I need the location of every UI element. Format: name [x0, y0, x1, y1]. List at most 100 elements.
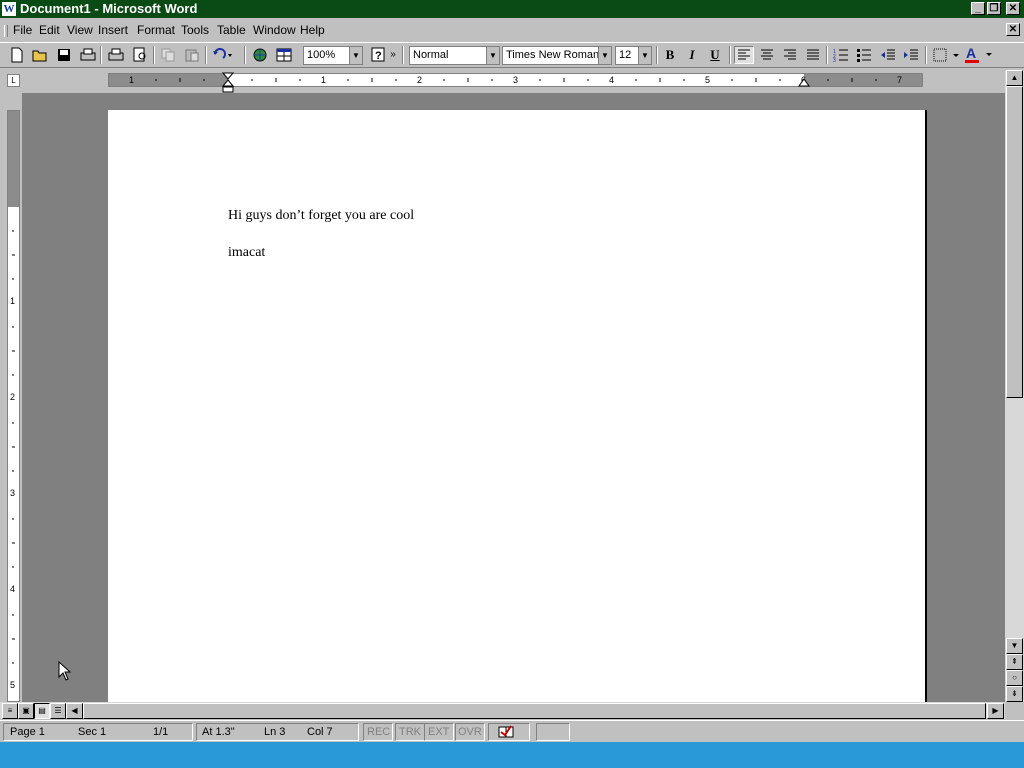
scrollbar-corner [1005, 702, 1024, 719]
minimize-button[interactable]: _ [971, 2, 985, 15]
menu-insert[interactable]: Insert [98, 23, 128, 38]
right-indent-marker-icon[interactable] [798, 78, 810, 88]
ruler-number: 1 [129, 75, 135, 85]
print-icon[interactable] [106, 46, 126, 64]
print-icon[interactable] [78, 46, 98, 64]
status-page-count: 1/1 [153, 726, 169, 738]
restore-button[interactable]: ❐ [987, 2, 1001, 15]
tables-borders-icon[interactable] [274, 46, 294, 64]
font-size-select[interactable]: 12 ▼ [615, 46, 652, 65]
style-dropdown-icon[interactable]: ▼ [486, 47, 499, 64]
bulleted-list-icon[interactable] [854, 46, 874, 64]
new-document-icon[interactable] [7, 46, 27, 64]
web-hyperlink-icon[interactable] [250, 46, 270, 64]
toolbar-separator [729, 46, 731, 64]
status-page: Page 1 [10, 726, 45, 738]
scroll-down-icon[interactable]: ▼ [1006, 638, 1023, 654]
font-value: Times New Roman [506, 49, 600, 61]
tab-selector-icon[interactable]: L [7, 74, 20, 87]
style-value: Normal [413, 49, 449, 61]
close-button[interactable]: ✕ [1006, 2, 1020, 15]
ruler-number: 1 [321, 75, 327, 85]
toolbar-separator [402, 46, 404, 64]
vertical-scrollbar[interactable]: ▲ ▼ ⇞ ○ ⇟ [1005, 70, 1024, 702]
menu-edit[interactable]: Edit [39, 23, 60, 38]
style-select[interactable]: Normal ▼ [409, 46, 500, 65]
toolbar-separator [656, 46, 658, 64]
decrease-indent-icon[interactable] [878, 46, 898, 64]
toolbar-separator [244, 46, 246, 64]
print-layout-view-icon[interactable]: ▤ [34, 703, 50, 719]
open-folder-icon[interactable] [30, 46, 50, 64]
status-ovr[interactable]: OVR [458, 726, 482, 739]
document-page[interactable] [108, 110, 927, 710]
scroll-left-icon[interactable]: ◀ [66, 703, 83, 719]
align-left-icon[interactable] [734, 46, 754, 64]
zoom-dropdown-icon[interactable]: ▼ [349, 47, 362, 64]
scroll-up-icon[interactable]: ▲ [1006, 70, 1023, 86]
underline-button[interactable]: U [705, 46, 725, 64]
word-app-icon[interactable]: W [2, 2, 16, 16]
font-select[interactable]: Times New Roman ▼ [502, 46, 612, 65]
status-rec[interactable]: REC [367, 726, 390, 739]
previous-page-icon[interactable]: ⇞ [1006, 654, 1023, 670]
document-text-line[interactable]: imacat [228, 245, 265, 261]
copy-icon[interactable] [158, 46, 178, 64]
italic-button[interactable]: I [682, 46, 702, 64]
menu-view[interactable]: View [67, 23, 93, 38]
menu-format[interactable]: Format [137, 23, 175, 38]
zoom-select[interactable]: 100% ▼ [303, 46, 363, 65]
status-trk[interactable]: TRK [399, 726, 421, 739]
help-icon[interactable]: ? [368, 46, 388, 64]
more-buttons-icon[interactable]: » [388, 46, 398, 64]
next-page-icon[interactable]: ⇟ [1006, 686, 1023, 702]
status-line: Ln 3 [264, 726, 286, 738]
undo-icon[interactable] [210, 46, 234, 64]
spelling-book-icon[interactable] [497, 725, 517, 739]
svg-text:?: ? [375, 50, 382, 62]
horizontal-scroll-thumb[interactable] [83, 703, 986, 719]
font-dropdown-icon[interactable]: ▼ [598, 47, 611, 64]
menu-help[interactable]: Help [300, 23, 325, 38]
scroll-thumb[interactable] [1006, 86, 1023, 398]
normal-view-icon[interactable]: ≡ [2, 703, 18, 719]
menu-bar: File Edit View Insert Format Tools Table… [0, 19, 1024, 41]
window-title: Document1 - Microsoft Word [20, 1, 198, 16]
paste-icon[interactable] [182, 46, 202, 64]
web-layout-view-icon[interactable]: ▣ [18, 703, 34, 719]
scroll-right-icon[interactable]: ▶ [987, 703, 1004, 719]
horizontal-scrollbar[interactable]: ≡ ▣ ▤ ☰ ◀ ▶ [0, 702, 1005, 719]
borders-icon[interactable] [931, 46, 961, 64]
justify-icon[interactable] [803, 46, 823, 64]
font-color-swatch [965, 60, 979, 63]
status-ext[interactable]: EXT [428, 726, 449, 739]
indent-marker-icon[interactable] [222, 72, 234, 94]
font-color-icon[interactable]: A [963, 45, 997, 64]
align-right-icon[interactable] [780, 46, 800, 64]
ruler-number: 7 [897, 75, 903, 85]
status-at: At 1.3" [202, 726, 235, 738]
status-column: Col 7 [307, 726, 333, 738]
numbered-list-icon[interactable]: 123 [831, 46, 851, 64]
outline-view-icon[interactable]: ☰ [50, 703, 66, 719]
align-center-icon[interactable] [757, 46, 777, 64]
menu-table[interactable]: Table [217, 23, 246, 38]
save-icon[interactable] [54, 46, 74, 64]
vertical-ruler[interactable]: 1 2 3 4 5 [7, 110, 20, 702]
menu-window[interactable]: Window [253, 23, 296, 38]
print-preview-icon[interactable] [130, 46, 150, 64]
document-text-line[interactable]: Hi guys don’t forget you are cool [228, 208, 414, 224]
menubar-grip[interactable] [4, 25, 8, 37]
document-close-button[interactable]: ✕ [1006, 23, 1020, 36]
increase-indent-icon[interactable] [901, 46, 921, 64]
select-browse-object-icon[interactable]: ○ [1006, 670, 1023, 686]
toolbar-separator [826, 46, 828, 64]
menu-file[interactable]: File [13, 23, 32, 38]
vruler-number: 5 [10, 680, 16, 690]
font-size-dropdown-icon[interactable]: ▼ [638, 47, 651, 64]
menu-tools[interactable]: Tools [181, 23, 209, 38]
title-bar: W Document1 - Microsoft Word _ ❐ ✕ [0, 0, 1024, 18]
status-bar: Page 1 Sec 1 1/1 At 1.3" Ln 3 Col 7 REC … [0, 720, 1024, 743]
vruler-number: 2 [10, 392, 16, 402]
bold-button[interactable]: B [660, 46, 680, 64]
